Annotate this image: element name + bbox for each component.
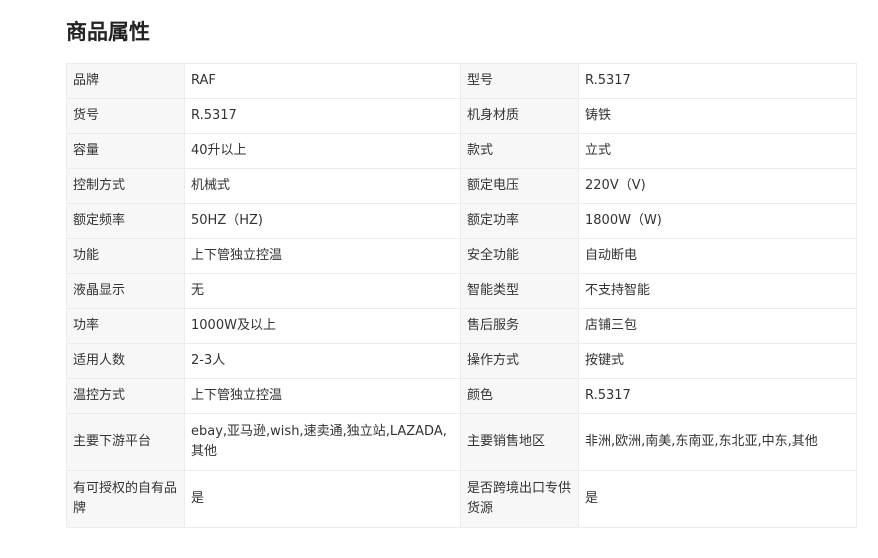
attribute-name: 品牌: [66, 63, 185, 99]
attribute-name: 控制方式: [66, 168, 185, 204]
attribute-name: 款式: [460, 133, 579, 169]
table-row: 温控方式 上下管独立控温 颜色 R.5317: [66, 378, 857, 414]
attribute-value: 是: [578, 470, 857, 528]
attribute-value: 上下管独立控温: [184, 378, 461, 414]
attribute-name: 额定功率: [460, 203, 579, 239]
attribute-name: 功能: [66, 238, 185, 274]
table-row: 控制方式 机械式 额定电压 220V（V): [66, 168, 857, 204]
attribute-value: R.5317: [578, 63, 857, 99]
table-row: 额定频率 50HZ（HZ) 额定功率 1800W（W): [66, 203, 857, 239]
attribute-value: 立式: [578, 133, 857, 169]
attribute-value: 上下管独立控温: [184, 238, 461, 274]
table-row: 有可授权的自有品牌 是 是否跨境出口专供货源 是: [66, 470, 857, 528]
attribute-name: 额定频率: [66, 203, 185, 239]
table-row: 货号 R.5317 机身材质 铸铁: [66, 98, 857, 134]
attribute-value: RAF: [184, 63, 461, 99]
attribute-value: 机械式: [184, 168, 461, 204]
attribute-value: R.5317: [578, 378, 857, 414]
attribute-name: 售后服务: [460, 308, 579, 344]
attribute-value: 220V（V): [578, 168, 857, 204]
product-attributes-table: 品牌 RAF 型号 R.5317 货号 R.5317 机身材质 铸铁 容量 40…: [66, 63, 857, 528]
attribute-value: R.5317: [184, 98, 461, 134]
section-title: 商品属性: [66, 20, 150, 44]
table-row: 品牌 RAF 型号 R.5317: [66, 63, 857, 99]
table-row: 适用人数 2-3人 操作方式 按键式: [66, 343, 857, 379]
attribute-name: 是否跨境出口专供货源: [460, 470, 579, 528]
attribute-name: 操作方式: [460, 343, 579, 379]
attribute-value: 非洲,欧洲,南美,东南亚,东北亚,中东,其他: [578, 413, 857, 471]
attribute-value: 2-3人: [184, 343, 461, 379]
attribute-name: 额定电压: [460, 168, 579, 204]
attribute-name: 主要下游平台: [66, 413, 185, 471]
attribute-name: 机身材质: [460, 98, 579, 134]
attribute-name: 液晶显示: [66, 273, 185, 309]
attribute-name: 容量: [66, 133, 185, 169]
attribute-name: 型号: [460, 63, 579, 99]
attribute-name: 主要销售地区: [460, 413, 579, 471]
attribute-value: 自动断电: [578, 238, 857, 274]
attribute-name: 安全功能: [460, 238, 579, 274]
attribute-value: 店铺三包: [578, 308, 857, 344]
attribute-name: 功率: [66, 308, 185, 344]
attribute-value: 按键式: [578, 343, 857, 379]
attribute-name: 智能类型: [460, 273, 579, 309]
attribute-value: 1000W及以上: [184, 308, 461, 344]
attribute-name: 有可授权的自有品牌: [66, 470, 185, 528]
table-row: 液晶显示 无 智能类型 不支持智能: [66, 273, 857, 309]
attribute-name: 颜色: [460, 378, 579, 414]
table-row: 功率 1000W及以上 售后服务 店铺三包: [66, 308, 857, 344]
attribute-name: 适用人数: [66, 343, 185, 379]
attribute-value: ebay,亚马逊,wish,速卖通,独立站,LAZADA,其他: [184, 413, 461, 471]
attribute-value: 是: [184, 470, 461, 528]
attribute-value: 无: [184, 273, 461, 309]
attribute-value: 50HZ（HZ): [184, 203, 461, 239]
attribute-value: 1800W（W): [578, 203, 857, 239]
table-row: 主要下游平台 ebay,亚马逊,wish,速卖通,独立站,LAZADA,其他 主…: [66, 413, 857, 471]
attribute-value: 不支持智能: [578, 273, 857, 309]
attribute-value: 40升以上: [184, 133, 461, 169]
attribute-value: 铸铁: [578, 98, 857, 134]
table-row: 功能 上下管独立控温 安全功能 自动断电: [66, 238, 857, 274]
attribute-name: 货号: [66, 98, 185, 134]
table-row: 容量 40升以上 款式 立式: [66, 133, 857, 169]
attribute-name: 温控方式: [66, 378, 185, 414]
